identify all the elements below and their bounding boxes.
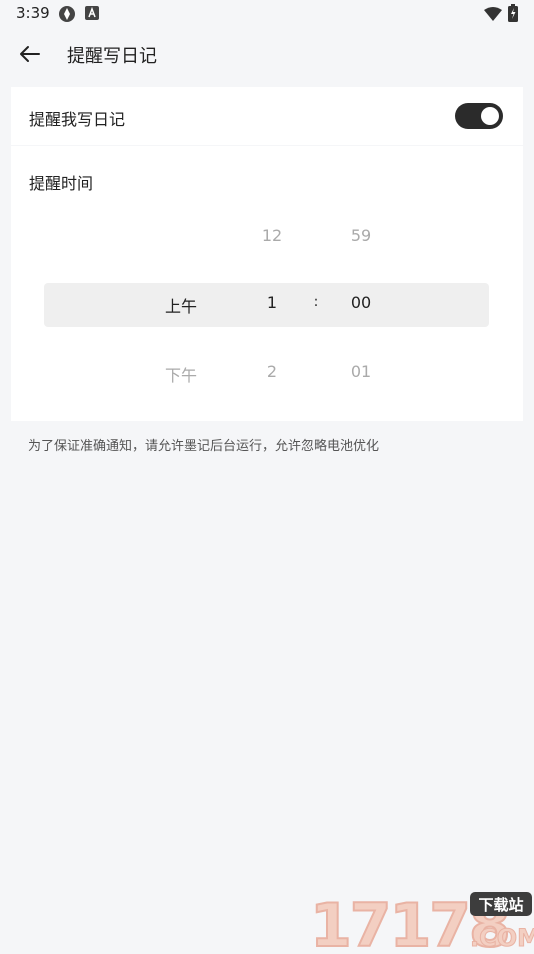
time-label: 提醒时间 <box>29 174 94 193</box>
app-notification-icon <box>58 5 76 27</box>
status-bar: 3:39 <box>0 0 534 28</box>
reminder-switch[interactable] <box>455 103 503 129</box>
hour-next: 2 <box>266 362 278 381</box>
reminder-label: 提醒我写日记 <box>29 110 126 129</box>
arrow-left-icon <box>20 46 40 62</box>
minute-prev: 59 <box>350 226 372 245</box>
hour-prev: 12 <box>261 226 283 245</box>
keyboard-notification-icon <box>84 5 100 25</box>
ampm-selected: 上午 <box>164 297 197 316</box>
back-button[interactable] <box>14 38 46 70</box>
wifi-icon <box>484 6 502 25</box>
reminder-toggle-row: 提醒我写日记 <box>11 87 523 145</box>
minute-next: 01 <box>350 362 372 381</box>
time-separator: : <box>313 294 319 310</box>
time-picker-card: 提醒时间 上午 下午 12 1 2 : 59 00 01 <box>11 146 523 421</box>
hour-selected: 1 <box>266 293 278 312</box>
page-title: 提醒写日记 <box>67 46 157 67</box>
battery-icon <box>508 4 518 26</box>
watermark-domain: .COM <box>470 924 534 950</box>
background-run-hint: 为了保证准确通知，请允许墨记后台运行，允许忽略电池优化 <box>28 439 380 454</box>
watermark-suffix: 下载站 <box>478 896 523 914</box>
status-time: 3:39 <box>16 4 50 22</box>
app-bar: 提醒写日记 <box>0 28 534 80</box>
ampm-next: 下午 <box>164 366 197 385</box>
minute-selected: 00 <box>350 293 372 312</box>
switch-knob <box>481 107 499 125</box>
watermark-logo: 17178 下载站 .COM <box>309 888 534 954</box>
